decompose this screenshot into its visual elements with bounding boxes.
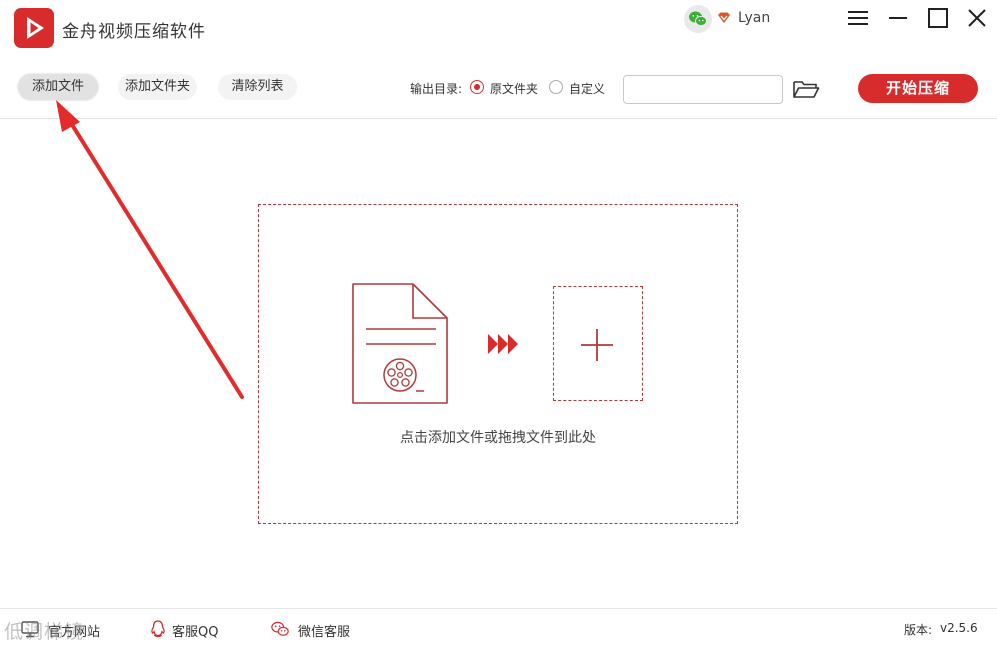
- radio-original-folder-label[interactable]: 原文件夹: [490, 80, 538, 97]
- maximize-icon[interactable]: [926, 6, 952, 32]
- play-logo-icon: [14, 8, 54, 48]
- open-folder-icon[interactable]: [792, 78, 820, 100]
- username[interactable]: Lyan: [738, 10, 770, 26]
- radio-original-folder[interactable]: [470, 80, 484, 94]
- add-file-button[interactable]: 添加文件: [18, 74, 98, 100]
- version-label: 版本:: [904, 623, 933, 637]
- add-folder-button[interactable]: 添加文件夹: [118, 74, 197, 100]
- close-icon[interactable]: [965, 6, 991, 32]
- drop-hint-text: 点击添加文件或拖拽文件到此处: [400, 430, 596, 446]
- clear-list-button[interactable]: 清除列表: [218, 74, 297, 100]
- file-drop-zone[interactable]: [258, 204, 738, 524]
- app-title: 金舟视频压缩软件: [62, 22, 206, 42]
- watermark-text: 低调梯镜: [4, 621, 85, 643]
- video-file-icon: [352, 283, 448, 404]
- minimize-icon[interactable]: [886, 6, 912, 32]
- output-path-input[interactable]: [623, 75, 783, 104]
- triple-arrow-icon: [488, 334, 518, 354]
- output-directory-label: 输出目录:: [410, 82, 463, 96]
- wechat-icon[interactable]: [270, 619, 290, 639]
- wechat-icon: [689, 11, 707, 27]
- plus-icon: [581, 329, 613, 361]
- toolbar: 添加文件 添加文件夹 清除列表 输出目录: 原文件夹 自定义 开始压缩: [0, 58, 997, 119]
- radio-custom[interactable]: [549, 80, 563, 94]
- radio-custom-label[interactable]: 自定义: [569, 80, 605, 97]
- app-window: 金舟视频压缩软件 Lyan 添加文件 添加文件夹 清除列表 输出目录: 原文件夹…: [0, 0, 997, 647]
- version-value: v2.5.6: [940, 621, 978, 635]
- start-compress-button[interactable]: 开始压缩: [858, 74, 978, 103]
- qq-penguin-icon[interactable]: [148, 619, 168, 639]
- footer: 官方网站 低调梯镜 客服QQ 微信客服 版本: v2.5.6: [0, 608, 997, 648]
- support-qq-link[interactable]: 客服QQ: [172, 621, 218, 640]
- hamburger-menu-icon[interactable]: [846, 6, 872, 32]
- wechat-avatar[interactable]: [684, 5, 712, 33]
- vip-diamond-icon: [718, 12, 730, 23]
- support-wechat-link[interactable]: 微信客服: [298, 621, 350, 640]
- title-bar: 金舟视频压缩软件 Lyan: [0, 0, 997, 58]
